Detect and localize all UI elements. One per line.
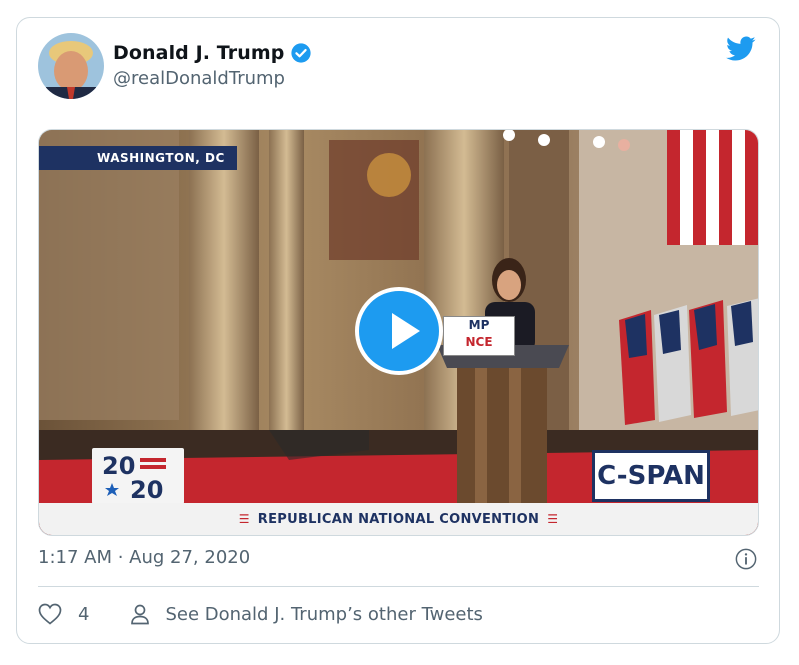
verified-badge-icon: [291, 43, 312, 63]
tweet-actions: 4 See Donald J. Trump’s other Tweets: [38, 603, 483, 625]
author-name[interactable]: Donald J. Trump: [113, 42, 284, 64]
flag-mark-icon: ☰: [238, 512, 250, 526]
person-icon[interactable]: [129, 603, 151, 625]
play-icon[interactable]: [355, 287, 443, 375]
podium-sign-line2: NCE: [465, 335, 493, 349]
podium-sign-line1: MP: [468, 318, 490, 332]
twitter-bird-icon[interactable]: [726, 36, 756, 62]
video-player[interactable]: WASHINGTON, DC 20 20 MP NCE C-SPAN ☰ REPU…: [38, 129, 759, 536]
divider: [38, 586, 759, 587]
hanging-flag: [667, 130, 758, 245]
author-name-row[interactable]: Donald J. Trump: [113, 42, 312, 64]
flag-mark-icon: ☰: [547, 512, 559, 526]
podium-sign: MP NCE: [443, 316, 515, 356]
tweet-timestamp[interactable]: 1:17 AM · Aug 27, 2020: [38, 547, 250, 568]
banner-text: REPUBLICAN NATIONAL CONVENTION: [257, 512, 540, 527]
author-avatar[interactable]: [38, 33, 104, 99]
logo-year-bottom: 20: [130, 476, 163, 504]
network-logo: C-SPAN: [592, 450, 710, 502]
like-count[interactable]: 4: [78, 604, 89, 625]
heart-icon[interactable]: [38, 603, 62, 625]
convention-2020-logo: 20 20: [92, 448, 184, 504]
location-badge: WASHINGTON, DC: [39, 146, 237, 170]
convention-banner: ☰ REPUBLICAN NATIONAL CONVENTION ☰: [39, 503, 758, 535]
info-icon[interactable]: [735, 548, 757, 570]
author-handle[interactable]: @realDonaldTrump: [113, 68, 285, 89]
other-tweets-link[interactable]: See Donald J. Trump’s other Tweets: [165, 604, 482, 625]
star-icon: [105, 483, 119, 496]
